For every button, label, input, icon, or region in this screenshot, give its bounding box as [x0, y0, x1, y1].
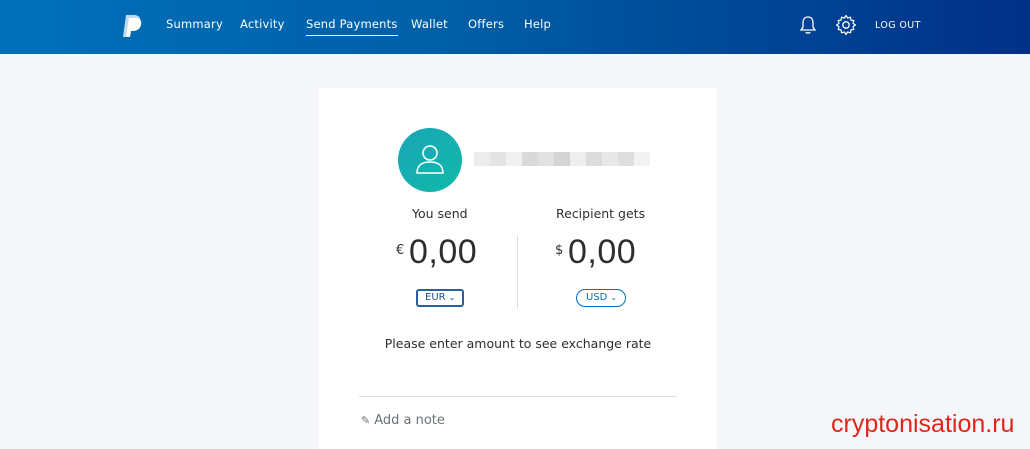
receive-amount-input[interactable]: 0,00	[568, 233, 636, 272]
send-currency-select[interactable]: EUR ⌄	[416, 289, 465, 307]
top-navigation-bar: Summary Activity Send Payments Wallet Of…	[0, 0, 1030, 54]
you-send-label: You send	[412, 206, 468, 221]
nav-help[interactable]: Help	[524, 17, 551, 31]
recipient-avatar	[398, 128, 462, 192]
send-amount-input[interactable]: 0,00	[409, 233, 477, 272]
receive-currency-select[interactable]: USD ⌄	[576, 289, 627, 307]
send-currency-symbol: €	[396, 243, 405, 258]
send-payment-card: You send € 0,00 EUR ⌄ Recipient gets $ 0,…	[319, 88, 717, 449]
chevron-down-icon: ⌄	[448, 293, 456, 302]
recipient-gets-label: Recipient gets	[556, 206, 646, 221]
nav-wallet[interactable]: Wallet	[411, 17, 448, 31]
send-currency-value: EUR	[425, 292, 446, 303]
logout-button[interactable]: LOG OUT	[875, 20, 921, 31]
nav-offers[interactable]: Offers	[468, 17, 504, 31]
nav-activity[interactable]: Activity	[240, 17, 285, 31]
receive-currency-value: USD	[586, 292, 608, 303]
bell-icon[interactable]	[797, 14, 819, 36]
recipient-name-redacted	[474, 152, 650, 166]
gear-icon[interactable]	[835, 14, 857, 36]
receive-currency-symbol: $	[555, 243, 564, 258]
column-divider	[517, 235, 518, 309]
exchange-rate-message: Please enter amount to see exchange rate	[384, 336, 652, 351]
pencil-icon: ✎	[361, 414, 371, 427]
add-note-label: Add a note	[374, 413, 445, 428]
add-note-field[interactable]: ✎ Add a note	[361, 413, 445, 428]
section-divider	[359, 396, 677, 397]
nav-send-payments[interactable]: Send Payments	[306, 17, 398, 36]
watermark-text: cryptonisation.ru	[831, 410, 1015, 438]
chevron-down-icon: ⌄	[610, 293, 618, 302]
nav-summary[interactable]: Summary	[166, 17, 223, 31]
paypal-logo-icon[interactable]	[121, 13, 143, 39]
person-icon	[416, 145, 444, 174]
